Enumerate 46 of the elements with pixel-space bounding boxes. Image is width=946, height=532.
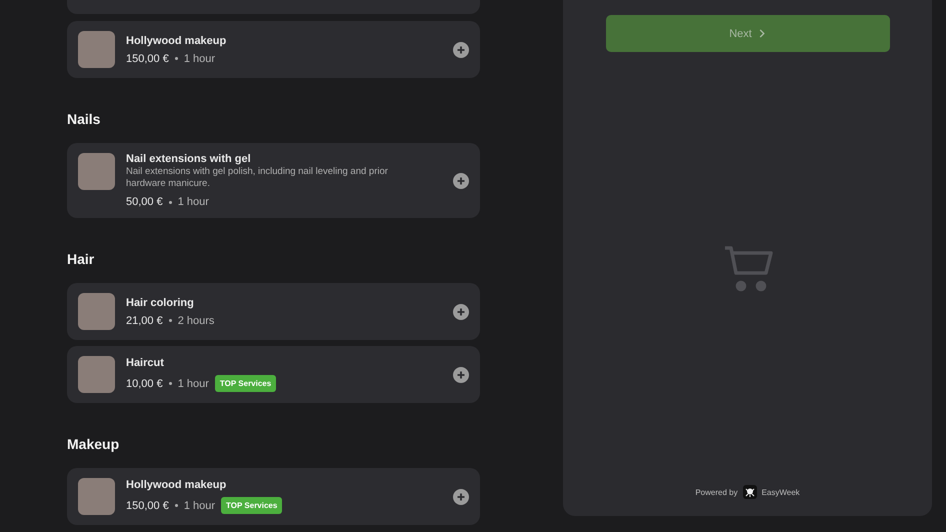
service-card[interactable]: Hollywood makeup 150,00 € 1 hour TOP Services <box>67 468 480 525</box>
photo-placeholder <box>78 293 115 330</box>
service-name: Hollywood makeup <box>126 479 228 491</box>
photo-placeholder <box>78 153 115 190</box>
powered-by-text: Powered by <box>695 488 738 496</box>
service-card[interactable]: Hair coloring 21,00 € 2 hours <box>67 283 480 340</box>
separator-dot <box>174 504 178 507</box>
photo-placeholder <box>78 356 115 393</box>
service-price: 10,00 € <box>126 378 163 390</box>
add-icon[interactable] <box>453 304 469 320</box>
separator-dot <box>168 382 172 385</box>
service-name: Hollywood makeup <box>126 34 228 46</box>
separator-dot <box>174 57 178 60</box>
service-price: 150,00 € <box>126 52 169 64</box>
service-card[interactable]: Nail extensions with gel Nail extensions with gel polish, including nail leveling and prior hardware manicure. 50,00 € 1 hour <box>67 143 480 218</box>
section-title: Hair <box>67 251 96 267</box>
service-name: Hair coloring <box>126 296 195 308</box>
add-icon[interactable] <box>453 172 469 188</box>
service-price: 21,00 € <box>126 314 163 326</box>
section-title: Makeup <box>67 436 120 452</box>
photo-placeholder <box>78 31 115 68</box>
chevron-right-icon <box>758 29 766 38</box>
service-duration: 1 hour <box>178 196 209 208</box>
brand-name: EasyWeek <box>762 488 800 496</box>
service-duration: 2 hours <box>178 314 214 326</box>
service-duration: 1 hour <box>184 52 216 64</box>
service-duration: 1 hour <box>178 378 209 390</box>
photo-placeholder <box>78 478 115 515</box>
section-title: Nails <box>67 111 102 127</box>
add-icon[interactable] <box>453 488 469 504</box>
top-services-badge: TOP Services <box>214 375 276 392</box>
service-price: 50,00 € <box>126 196 163 208</box>
logo-icon <box>742 485 757 499</box>
service-card[interactable]: Haircut 10,00 € 1 hour TOP Services <box>67 346 480 403</box>
service-name: Nail extensions with gel <box>126 153 252 165</box>
service-name: Haircut <box>126 357 165 369</box>
cart-icon <box>722 244 772 294</box>
add-icon[interactable] <box>453 366 469 382</box>
separator-dot <box>168 200 172 204</box>
service-description: Nail extensions with gel polish, including nail leveling and prior hardware manicure. <box>126 166 389 190</box>
service-card[interactable]: Hollywood makeup 150,00 € 1 hour <box>67 21 480 78</box>
top-services-badge: TOP Services <box>221 497 282 514</box>
service-price: 150,00 € <box>126 500 169 512</box>
separator-dot <box>168 319 172 322</box>
add-icon[interactable] <box>453 42 469 58</box>
service-duration: 1 hour <box>184 500 216 512</box>
